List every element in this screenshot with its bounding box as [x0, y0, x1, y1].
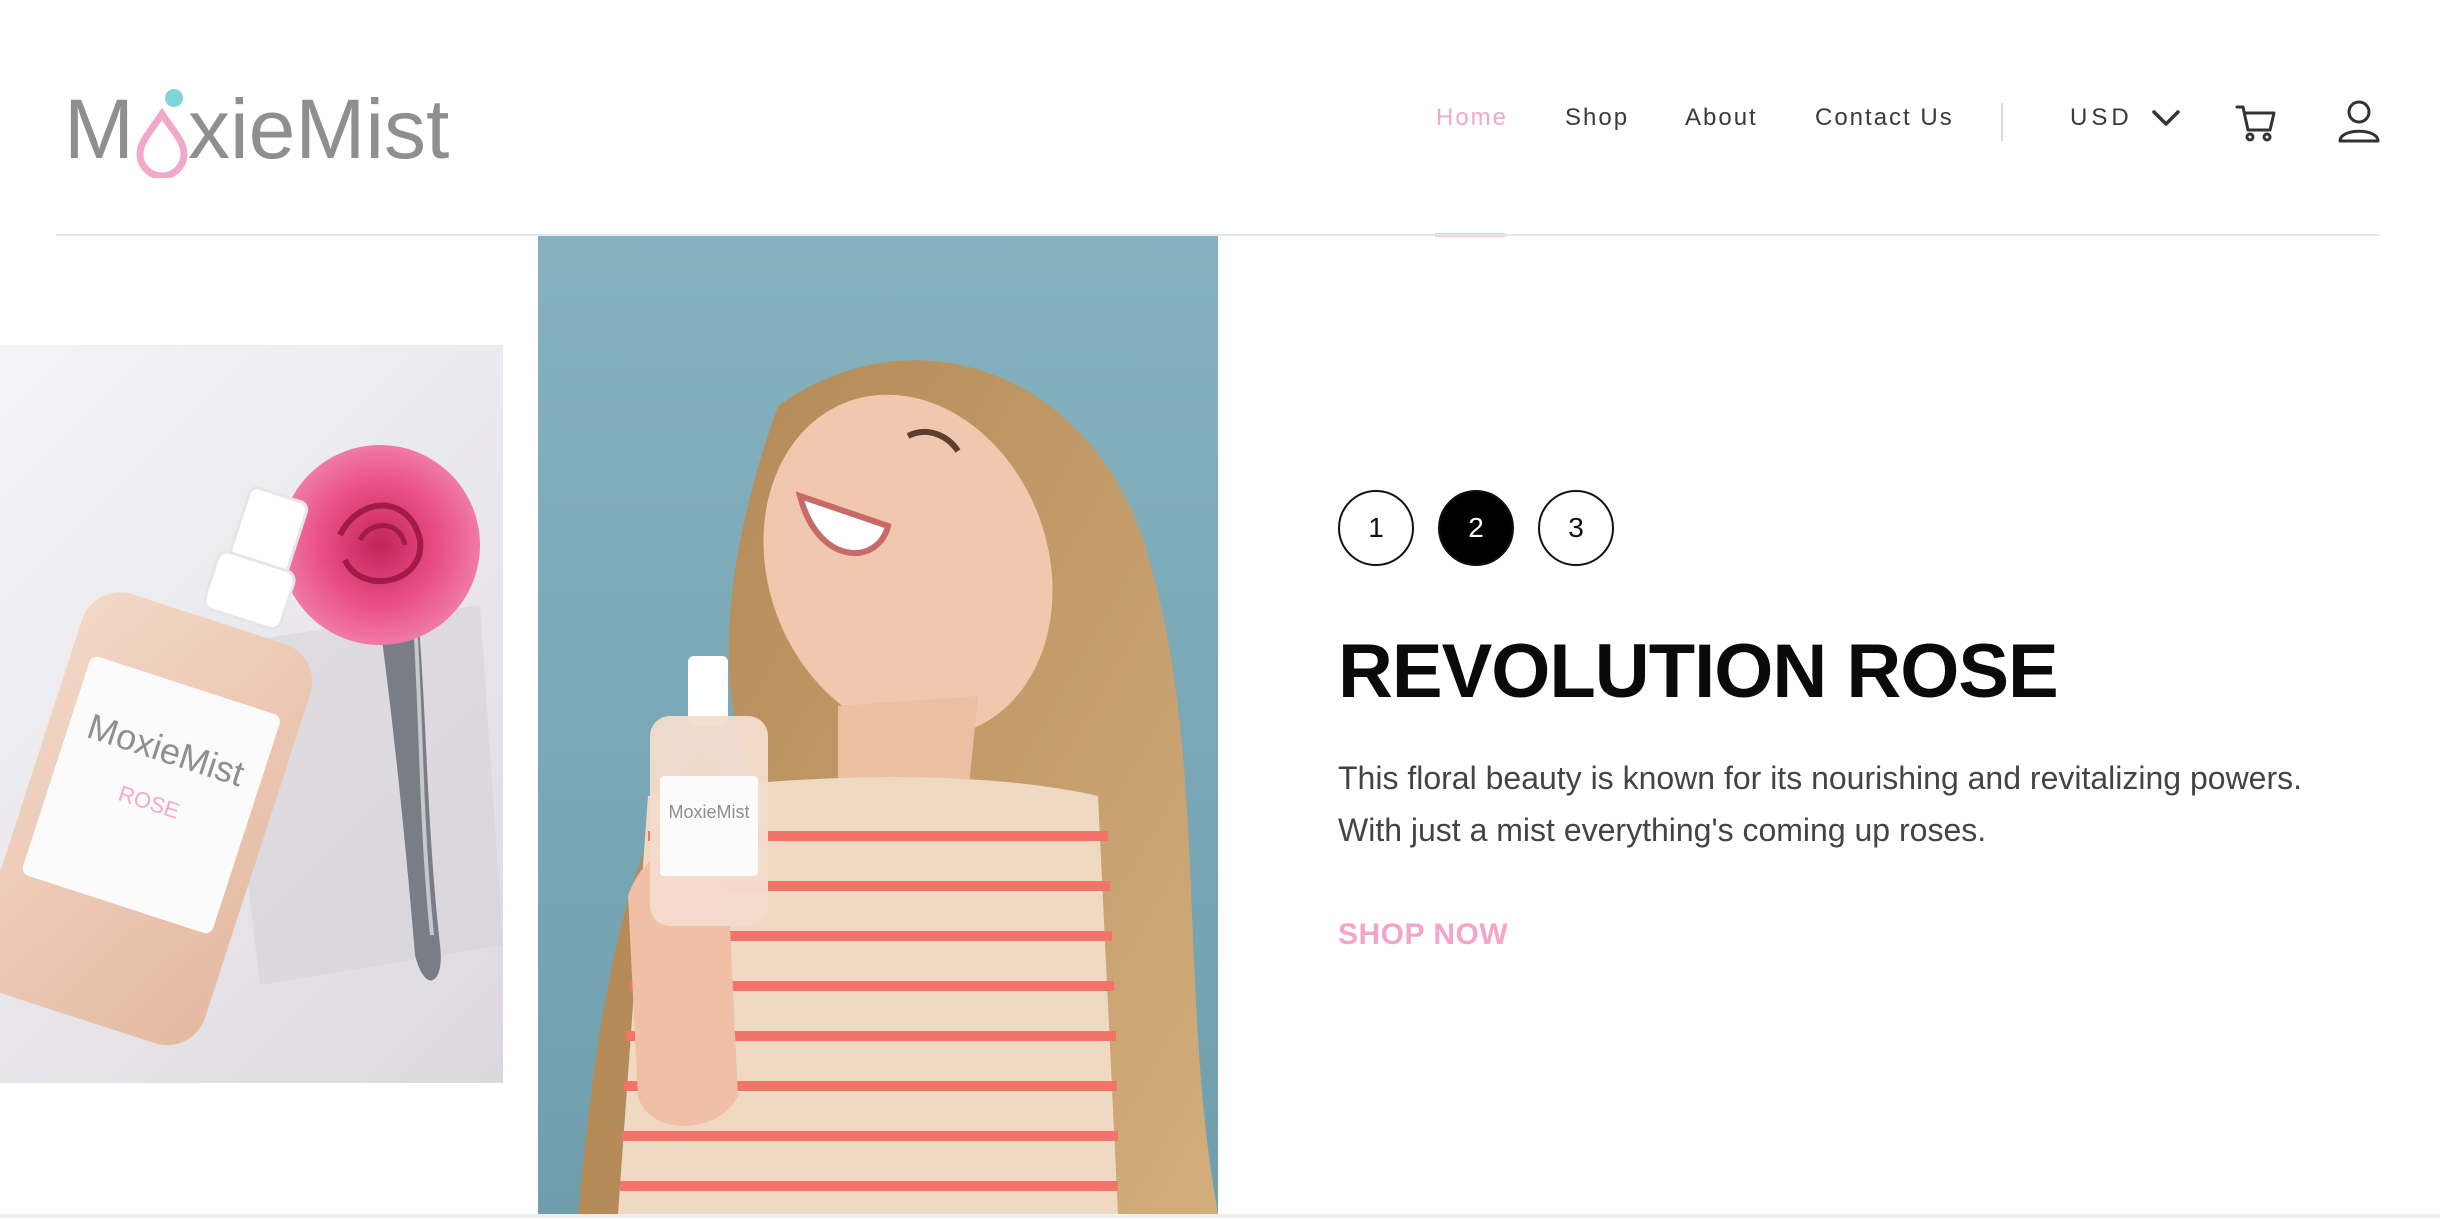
- header-divider: [56, 234, 2380, 236]
- site-header: M xieMist Home Shop About Contact Us USD: [0, 0, 2440, 237]
- nav-home[interactable]: Home: [1436, 104, 1508, 132]
- shop-now-link[interactable]: SHOP NOW: [1338, 918, 1508, 952]
- logo-wordmark: xieMist: [188, 82, 449, 176]
- hero-title: REVOLUTION ROSE: [1338, 629, 2059, 714]
- nav-about[interactable]: About: [1685, 104, 1758, 132]
- hero-description: This floral beauty is known for its nour…: [1338, 760, 2303, 848]
- brand-logo[interactable]: M xieMist: [64, 78, 454, 178]
- nav-divider: [2001, 103, 2003, 141]
- brand-logo-mark: M xieMist: [64, 82, 449, 178]
- slide-dot-2[interactable]: 2: [1438, 490, 1514, 566]
- currency-selector[interactable]: USD: [2070, 104, 2181, 132]
- cart-icon[interactable]: [2234, 100, 2278, 144]
- lifestyle-photo: MoxieMist: [578, 360, 1218, 1214]
- slide-dot-1[interactable]: 1: [1338, 490, 1414, 566]
- slide-dot-3[interactable]: 3: [1538, 490, 1614, 566]
- lifestyle-image: MoxieMist: [538, 236, 1218, 1214]
- product-image: MoxieMist ROSE: [0, 345, 503, 1083]
- nav-contact-us[interactable]: Contact Us: [1815, 104, 1954, 132]
- user-icon[interactable]: [2336, 98, 2382, 144]
- page-bottom-divider: [0, 1214, 2440, 1218]
- bubble-icon: [165, 89, 183, 107]
- held-bottle-label: MoxieMist: [668, 802, 749, 822]
- droplet-icon: [136, 107, 188, 178]
- logo-letter-m: M: [64, 82, 134, 176]
- product-photo: MoxieMist ROSE: [0, 445, 503, 1046]
- nav-shop[interactable]: Shop: [1565, 104, 1629, 132]
- chevron-down-icon: [2151, 110, 2180, 126]
- currency-label: USD: [2070, 104, 2133, 131]
